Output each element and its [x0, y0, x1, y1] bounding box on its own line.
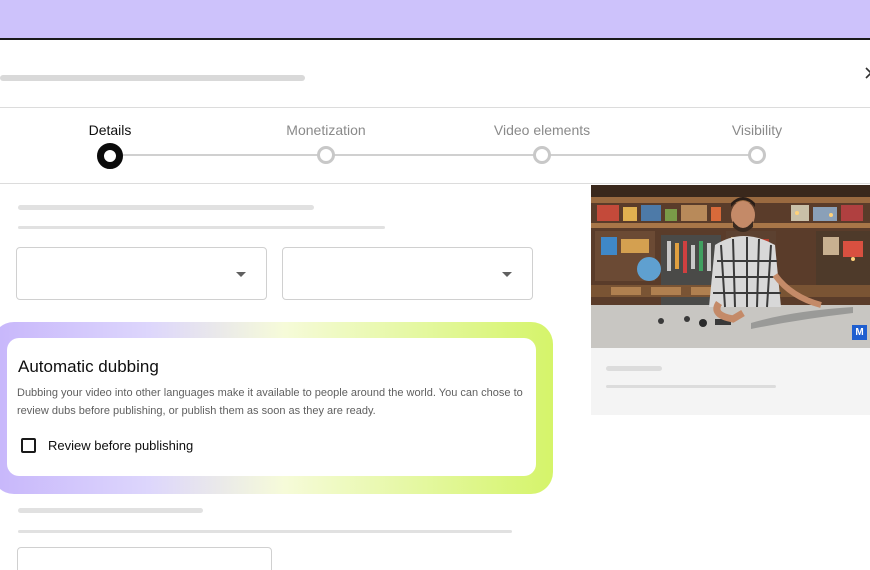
automatic-dubbing-card: Automatic dubbing Dubbing your video int…: [7, 338, 536, 476]
title-placeholder: [0, 75, 305, 81]
stepper-line: [110, 154, 758, 156]
dropdown-caret-icon: [236, 272, 246, 277]
top-banner: [0, 0, 870, 40]
text-field[interactable]: [17, 547, 272, 570]
dropdown-1[interactable]: [16, 247, 267, 300]
step-dot-active: [97, 143, 123, 169]
step-video-elements[interactable]: Video elements: [462, 108, 622, 184]
upload-stepper: Details Monetization Video elements Visi…: [0, 108, 870, 184]
step-details[interactable]: Details: [30, 108, 190, 184]
dubbing-description: Dubbing your video into other languages …: [17, 387, 523, 417]
video-frame-image: [591, 185, 870, 348]
review-before-publishing-checkbox[interactable]: [21, 438, 36, 453]
subheading-placeholder: [18, 226, 385, 229]
step-dot: [748, 146, 766, 164]
review-before-publishing-label[interactable]: Review before publishing: [48, 438, 193, 453]
section-sub-placeholder: [18, 530, 512, 533]
step-dot: [317, 146, 335, 164]
step-dot: [533, 146, 551, 164]
step-label: Video elements: [493, 122, 591, 138]
dropdown-2[interactable]: [282, 247, 533, 300]
close-icon: [865, 67, 870, 79]
step-label: Details: [88, 122, 132, 138]
dropdown-caret-icon: [502, 272, 512, 277]
step-label: Visibility: [731, 122, 783, 138]
step-monetization[interactable]: Monetization: [246, 108, 406, 184]
channel-badge: M: [852, 325, 867, 340]
dubbing-title: Automatic dubbing: [18, 357, 159, 376]
video-preview-panel: M: [591, 185, 870, 415]
video-link-placeholder: [606, 385, 776, 388]
video-title-placeholder: [606, 366, 662, 371]
dialog-header: [0, 42, 870, 108]
close-button[interactable]: [856, 62, 870, 86]
step-label: Monetization: [286, 122, 366, 138]
video-thumbnail[interactable]: M: [591, 185, 870, 348]
step-visibility[interactable]: Visibility: [677, 108, 837, 184]
section-placeholder: [18, 508, 203, 513]
heading-placeholder: [18, 205, 314, 210]
